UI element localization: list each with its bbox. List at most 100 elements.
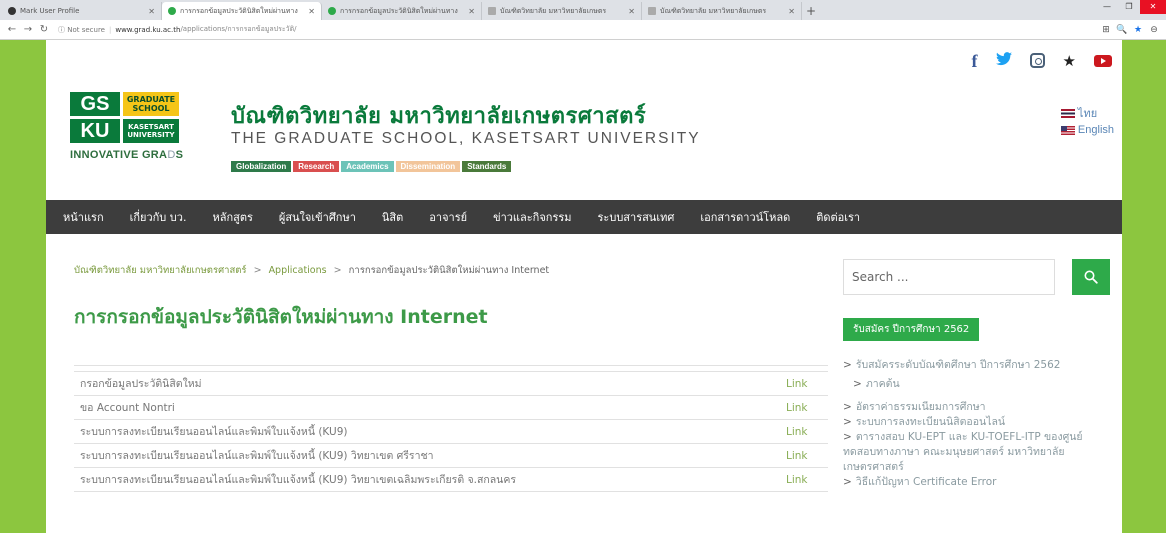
breadcrumb-home[interactable]: บัณฑิตวิทยาลัย มหาวิทยาลัยเกษตรศาสตร์ <box>74 265 247 276</box>
zoom-icon[interactable]: 🔍 <box>1114 25 1130 35</box>
table-row: ขอ Account Nontri Link <box>74 395 828 420</box>
sidebar-link-text[interactable]: วิธีแก้ปัญหา Certificate Error <box>856 476 997 488</box>
row-link[interactable]: Link <box>786 450 808 462</box>
search-input[interactable]: Search ... <box>843 259 1055 295</box>
site-title-thai: บัณฑิตวิทยาลัย มหาวิทยาลัยเกษตรศาสตร์ <box>231 104 647 129</box>
youtube-icon[interactable] <box>1094 54 1112 67</box>
logo-ku: KU <box>70 119 120 143</box>
nav-item-programs[interactable]: หลักสูตร <box>199 208 265 226</box>
applications-table: กรอกข้อมูลประวัตินิสิตใหม่ Link ขอ Accou… <box>74 365 828 492</box>
page: f ★ GS GRADUATE SCHOOL KU KASETSART UNIV… <box>46 40 1122 533</box>
row-label: ระบบการลงทะเบียนเรียนออนไลน์และพิมพ์ใบแจ… <box>74 467 748 492</box>
row-label: ระบบการลงทะเบียนเรียนออนไลน์และพิมพ์ใบแจ… <box>74 443 748 468</box>
tab-title: บัณฑิตวิทยาลัย มหาวิทยาลัยเกษตร <box>500 6 607 15</box>
row-link[interactable]: Link <box>786 378 808 390</box>
close-window-button[interactable]: ✕ <box>1140 0 1166 14</box>
sidebar-link[interactable]: > อัตราค่าธรรมเนียมการศึกษา <box>843 400 1113 415</box>
page-title: การกรอกข้อมูลประวัตินิสิตใหม่ผ่านทาง Int… <box>74 306 488 328</box>
sidebar-heading: รับสมัคร ปีการศึกษา 2562 <box>843 318 980 341</box>
tab-close-icon[interactable]: ✕ <box>148 7 155 16</box>
breadcrumb-separator: > <box>333 265 342 276</box>
row-link[interactable]: Link <box>786 474 808 486</box>
tab-favicon-icon <box>8 7 16 15</box>
sidebar-link-text[interactable]: ตารางสอบ KU-EPT และ KU-TOEFL-ITP ของศูนย… <box>843 431 1083 473</box>
table-row: ระบบการลงทะเบียนเรียนออนไลน์และพิมพ์ใบแจ… <box>74 419 828 444</box>
nav-item-downloads[interactable]: เอกสารดาวน์โหลด <box>687 208 803 226</box>
breadcrumb-applications[interactable]: Applications <box>269 265 327 276</box>
nav-item-news[interactable]: ข่าวและกิจกรรม <box>480 208 584 226</box>
sidebar-link[interactable]: > วิธีแก้ปัญหา Certificate Error <box>843 475 1113 490</box>
pill-dissemination: Dissemination <box>395 161 461 172</box>
caret-icon: > <box>843 359 852 371</box>
nav-item-students[interactable]: นิสิต <box>369 208 416 226</box>
translate-icon[interactable]: ⊞ <box>1098 25 1114 35</box>
nav-item-about[interactable]: เกี่ยวกับ บว. <box>117 208 200 226</box>
site-title-english: THE GRADUATE SCHOOL, KASETSART UNIVERSIT… <box>231 130 701 147</box>
address-bar[interactable]: ⓘ Not secure | www.grad.ku.ac.th /applic… <box>58 23 558 37</box>
star-icon[interactable]: ★ <box>1063 53 1076 69</box>
tagline-main: INNOVATIVE GRA <box>70 149 168 161</box>
uk-flag-icon <box>1060 125 1075 135</box>
sidebar-link-text[interactable]: รับสมัครระดับบัณฑิตศึกษา ปีการศึกษา 2562 <box>856 359 1061 371</box>
browser-tab[interactable]: บัณฑิตวิทยาลัย มหาวิทยาลัยเกษตร ✕ <box>642 2 802 20</box>
pill-standards: Standards <box>462 161 512 172</box>
tab-favicon-icon <box>168 7 176 15</box>
logo-gs: GS <box>70 92 120 116</box>
sidebar-link[interactable]: > ระบบการลงทะเบียนนิสิตออนไลน์ <box>843 415 1113 430</box>
sidebar-link-text[interactable]: ระบบการลงทะเบียนนิสิตออนไลน์ <box>856 416 1005 428</box>
lang-english[interactable]: English <box>1060 124 1114 136</box>
search-icon <box>1084 270 1098 284</box>
tab-close-icon[interactable]: ✕ <box>628 7 635 16</box>
facebook-icon[interactable]: f <box>972 52 978 70</box>
nav-item-contact[interactable]: ติดต่อเรา <box>803 208 873 226</box>
row-link[interactable]: Link <box>786 426 808 438</box>
browser-tab-active[interactable]: การกรอกข้อมูลประวัตินิสิตใหม่ผ่านทาง ✕ <box>162 2 322 20</box>
nav-item-home[interactable]: หน้าแรก <box>50 208 117 226</box>
sidebar-link[interactable]: > รับสมัครระดับบัณฑิตศึกษา ปีการศึกษา 256… <box>843 358 1113 373</box>
breadcrumb: บัณฑิตวิทยาลัย มหาวิทยาลัยเกษตรศาสตร์ > … <box>74 263 549 278</box>
sidebar-link-text[interactable]: อัตราค่าธรรมเนียมการศึกษา <box>856 401 986 413</box>
browser-tab[interactable]: บัณฑิตวิทยาลัย มหาวิทยาลัยเกษตร ✕ <box>482 2 642 20</box>
reload-icon[interactable]: ↻ <box>36 22 52 38</box>
forward-icon[interactable]: → <box>20 22 36 38</box>
new-tab-button[interactable]: + <box>802 2 820 20</box>
sidebar-link[interactable]: > ภาคต้น <box>843 377 1113 392</box>
nav-item-info-systems[interactable]: ระบบสารสนเทศ <box>585 208 688 226</box>
caret-icon: > <box>843 431 852 443</box>
row-link[interactable]: Link <box>786 402 808 414</box>
lang-thai-label: ไทย <box>1077 108 1098 120</box>
tab-favicon-icon <box>328 7 336 15</box>
pill-academics: Academics <box>341 161 394 172</box>
instagram-icon[interactable] <box>1029 53 1045 68</box>
table-row: ระบบการลงทะเบียนเรียนออนไลน์และพิมพ์ใบแจ… <box>74 467 828 492</box>
maximize-button[interactable]: ❐ <box>1118 0 1140 14</box>
url-path: /applications/การกรอกข้อมูลประวัติ/ <box>180 25 297 33</box>
bookmark-star-icon[interactable]: ★ <box>1130 25 1146 35</box>
window-controls: — ❐ ✕ <box>1096 0 1166 20</box>
search-button[interactable] <box>1072 259 1110 295</box>
tab-close-icon[interactable]: ✕ <box>788 7 795 16</box>
logo-tagline: INNOVATIVE GRADS <box>70 149 183 161</box>
breadcrumb-current: การกรอกข้อมูลประวัตินิสิตใหม่ผ่านทาง Int… <box>348 265 550 276</box>
twitter-icon[interactable] <box>995 52 1012 69</box>
breadcrumb-separator: > <box>253 265 262 276</box>
browser-tab[interactable]: Mark User Profile ✕ <box>2 2 162 20</box>
tagline-end: S <box>175 149 184 161</box>
lang-thai[interactable]: ไทย <box>1060 104 1114 122</box>
pill-research: Research <box>293 161 340 172</box>
profile-icon[interactable]: ⊖ <box>1146 25 1162 35</box>
security-indicator[interactable]: ⓘ Not secure <box>58 25 105 35</box>
sidebar-link-text[interactable]: ภาคต้น <box>866 378 900 390</box>
minimize-button[interactable]: — <box>1096 0 1118 14</box>
thai-flag-icon <box>1060 108 1075 118</box>
browser-tab[interactable]: การกรอกข้อมูลประวัตินิสิตใหม่ผ่านทาง ✕ <box>322 2 482 20</box>
nav-item-admissions[interactable]: ผู้สนใจเข้าศึกษา <box>266 208 369 226</box>
tab-close-icon[interactable]: ✕ <box>468 7 475 16</box>
back-icon[interactable]: ← <box>4 22 20 38</box>
nav-item-faculty[interactable]: อาจารย์ <box>416 208 480 226</box>
sidebar-link[interactable]: > ตารางสอบ KU-EPT และ KU-TOEFL-ITP ของศูน… <box>843 430 1113 475</box>
site-logo[interactable]: GS GRADUATE SCHOOL KU KASETSART UNIVERSI… <box>70 92 183 161</box>
tab-close-icon[interactable]: ✕ <box>308 7 315 16</box>
row-label: กรอกข้อมูลประวัตินิสิตใหม่ <box>74 371 748 396</box>
tab-favicon-icon <box>648 7 656 15</box>
